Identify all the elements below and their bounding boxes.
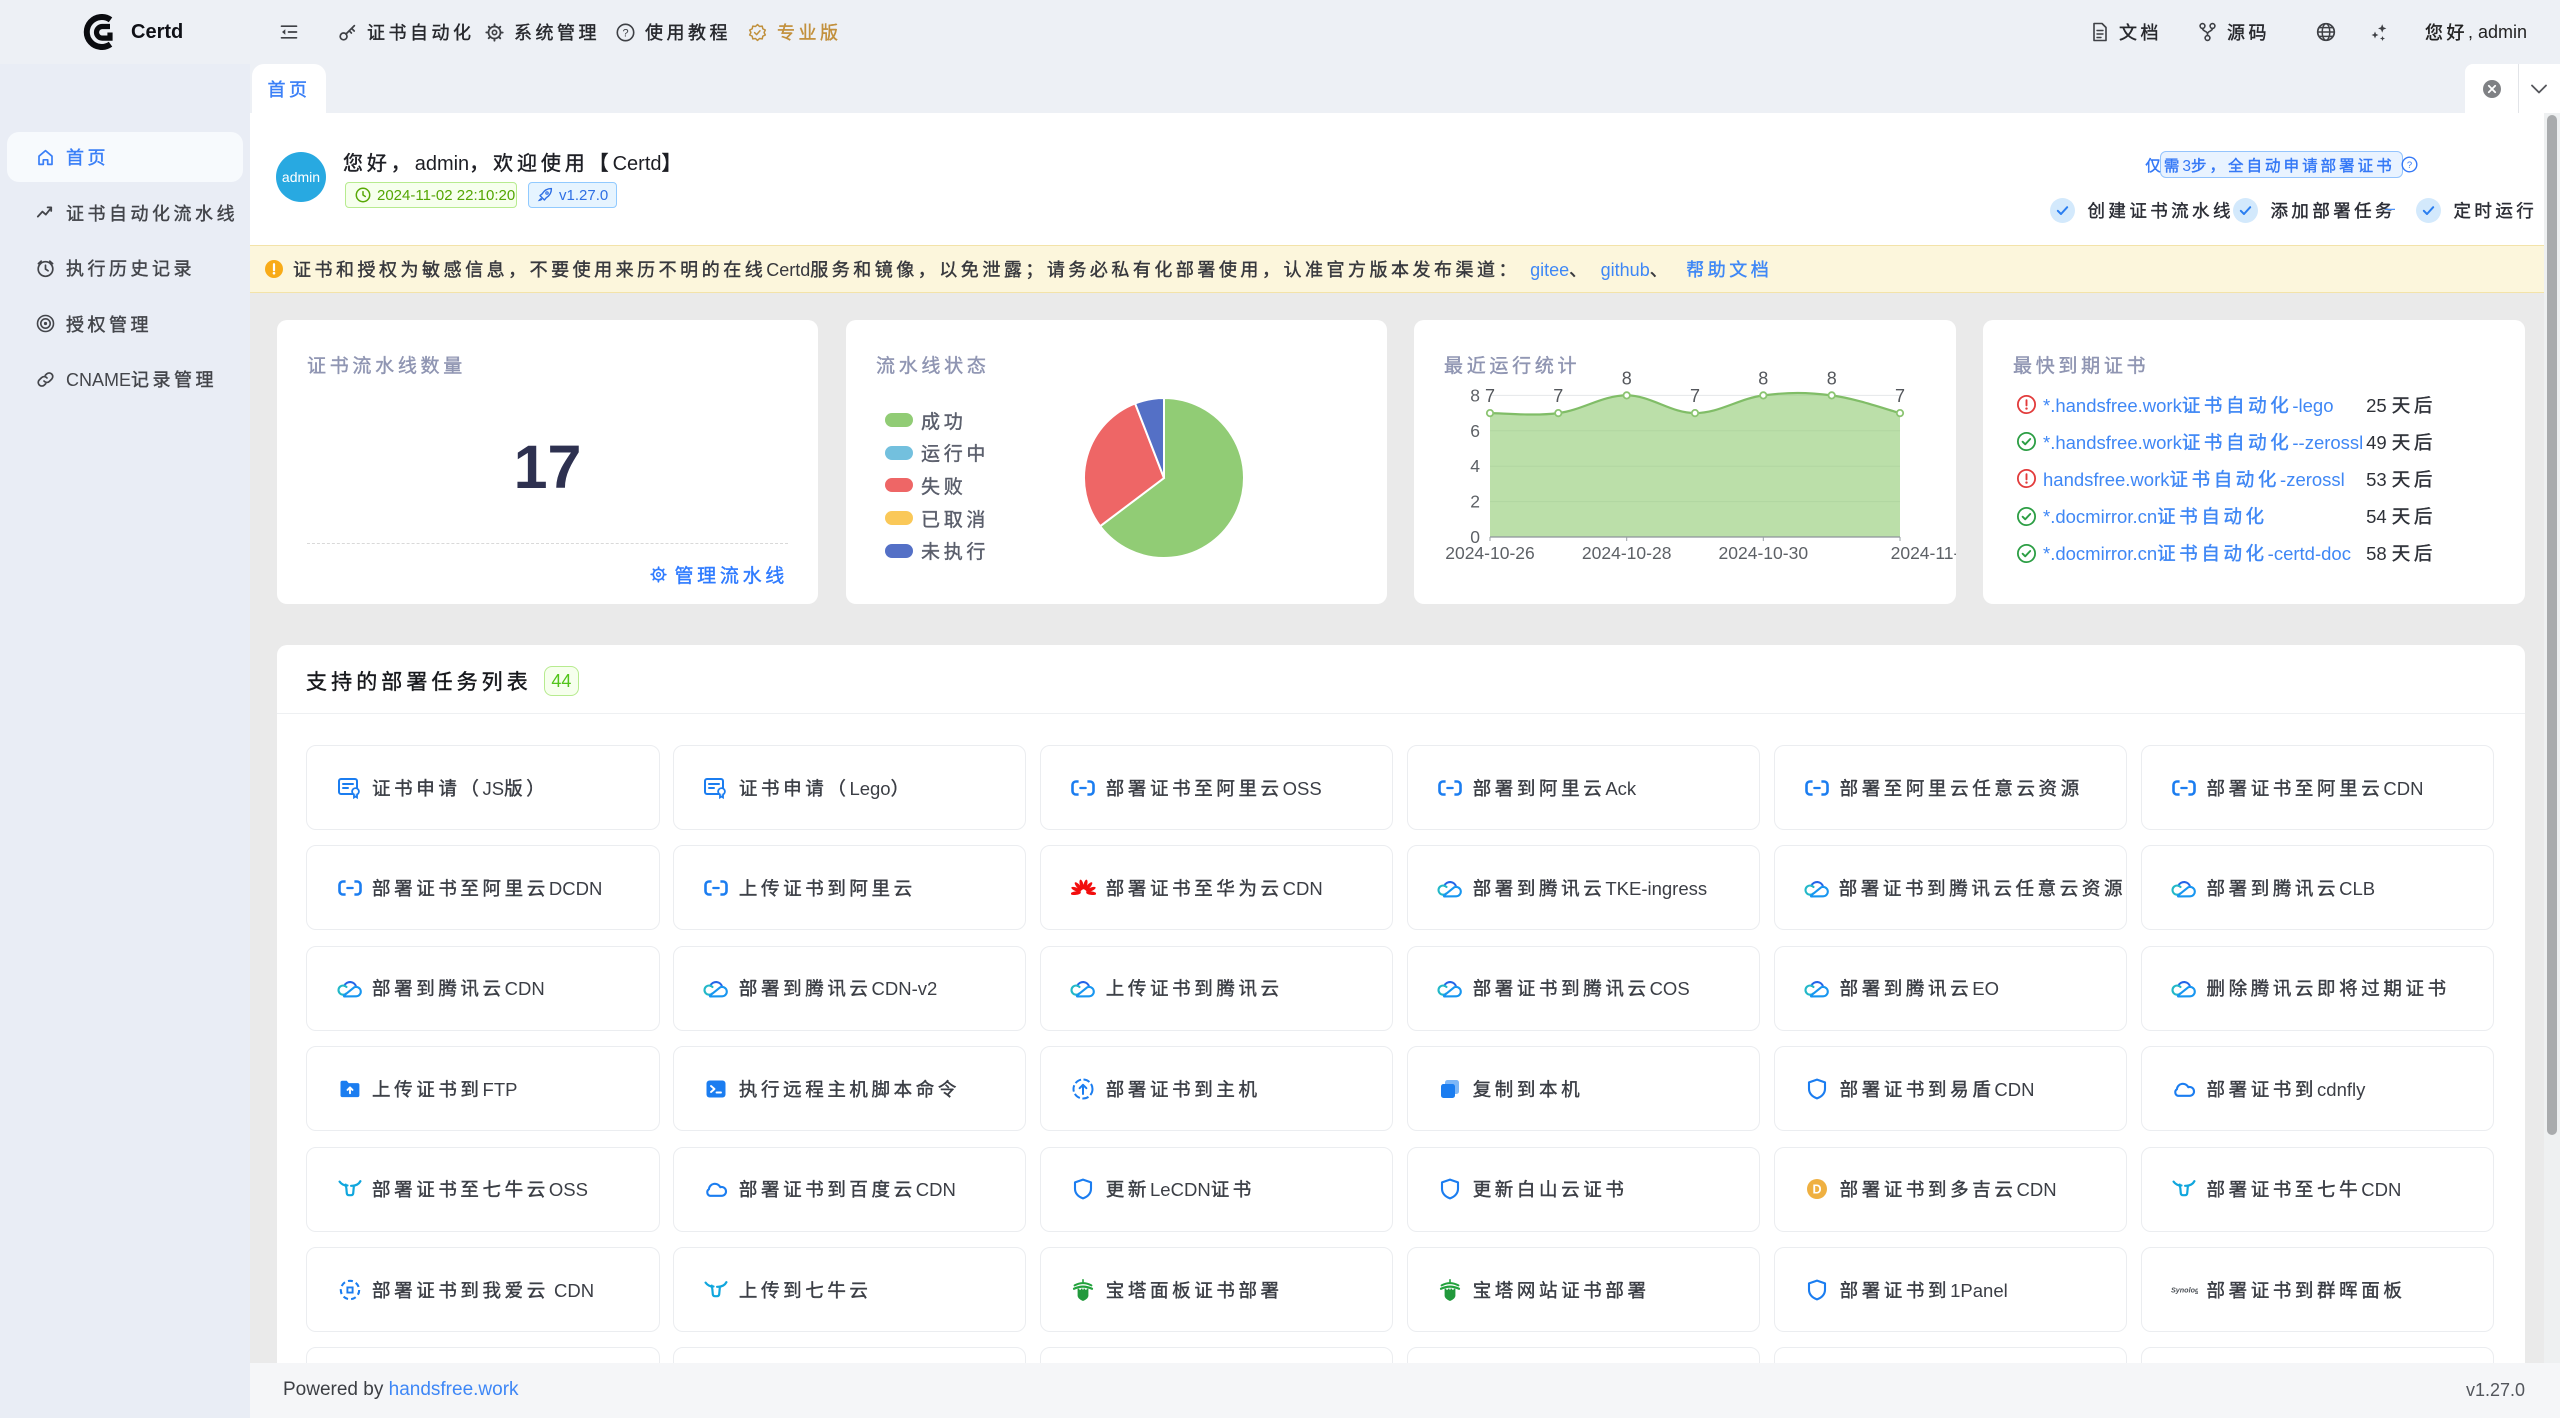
svg-text:7: 7 — [1895, 386, 1905, 406]
svg-text:2024-10-28: 2024-10-28 — [1582, 543, 1672, 563]
svg-text:7: 7 — [1553, 386, 1563, 406]
svg-text:4: 4 — [1470, 456, 1480, 476]
svg-text:Synology: Synology — [2171, 1285, 2198, 1294]
svg-text:8: 8 — [1827, 368, 1837, 388]
svg-text:8: 8 — [1470, 385, 1480, 405]
svg-text:D: D — [1813, 1182, 1822, 1196]
svg-text:8: 8 — [1622, 368, 1632, 388]
svg-text:2024-11-: 2024-11- — [1891, 543, 1956, 563]
svg-text:6: 6 — [1470, 421, 1480, 441]
svg-text:2: 2 — [1470, 492, 1480, 512]
svg-text:?: ? — [622, 27, 628, 39]
svg-text:7: 7 — [1690, 386, 1700, 406]
svg-text:7: 7 — [1485, 386, 1495, 406]
svg-text:2024-10-26: 2024-10-26 — [1445, 543, 1535, 563]
svg-text:?: ? — [2407, 160, 2412, 171]
svg-text:8: 8 — [1758, 368, 1768, 388]
svg-text:2024-10-30: 2024-10-30 — [1719, 543, 1809, 563]
